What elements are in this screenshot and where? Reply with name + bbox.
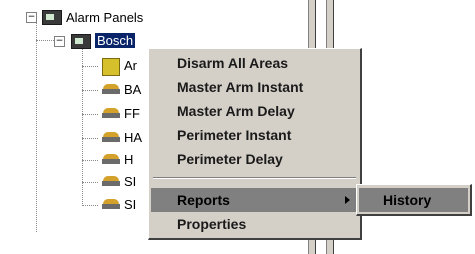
tree-item-point[interactable]: H <box>124 152 133 167</box>
context-menu: Disarm All Areas Master Arm Instant Mast… <box>148 48 362 240</box>
tree-line <box>82 205 98 206</box>
collapse-toggle[interactable]: − <box>54 36 65 47</box>
detector-icon <box>102 176 120 188</box>
collapse-toggle[interactable]: − <box>26 12 37 23</box>
reports-submenu: History <box>356 184 472 216</box>
tree-item-point[interactable]: HA <box>124 130 142 145</box>
tree-item-alarm-panels[interactable]: Alarm Panels <box>66 10 143 25</box>
menu-separator <box>153 177 356 179</box>
detector-icon <box>102 108 120 120</box>
tree-line <box>82 138 98 139</box>
panel-icon <box>71 34 91 49</box>
menu-item-properties[interactable]: Properties <box>151 212 358 236</box>
area-icon <box>102 58 120 76</box>
tree-line <box>82 114 98 115</box>
tree-item-area[interactable]: Ar <box>124 58 137 73</box>
tree-item-bosch[interactable]: Bosch <box>95 33 136 48</box>
detector-icon <box>102 199 120 211</box>
alarm-panels-icon <box>42 10 62 25</box>
tree-item-point[interactable]: SI <box>124 174 136 189</box>
tree-line <box>82 182 98 183</box>
tree-line <box>82 66 98 67</box>
tree-item-point[interactable]: SI <box>124 197 136 212</box>
menu-item-history[interactable]: History <box>359 188 468 212</box>
menu-item-master-arm-instant[interactable]: Master Arm Instant <box>151 75 358 99</box>
tree-line <box>82 160 98 161</box>
tree-line <box>36 40 54 41</box>
detector-icon <box>102 154 120 166</box>
tree-line <box>36 22 37 232</box>
detector-icon <box>102 84 120 96</box>
tree-line <box>82 90 98 91</box>
tree-item-point[interactable]: BA <box>124 82 141 97</box>
menu-item-master-arm-delay[interactable]: Master Arm Delay <box>151 99 358 123</box>
menu-item-perimeter-instant[interactable]: Perimeter Instant <box>151 123 358 147</box>
tree-item-point[interactable]: FF <box>124 106 140 121</box>
submenu-arrow-icon <box>345 196 350 204</box>
menu-item-label: Reports <box>177 192 230 208</box>
detector-icon <box>102 132 120 144</box>
menu-item-perimeter-delay[interactable]: Perimeter Delay <box>151 147 358 171</box>
menu-item-disarm-all-areas[interactable]: Disarm All Areas <box>151 51 358 75</box>
menu-item-reports[interactable]: Reports <box>151 188 358 212</box>
